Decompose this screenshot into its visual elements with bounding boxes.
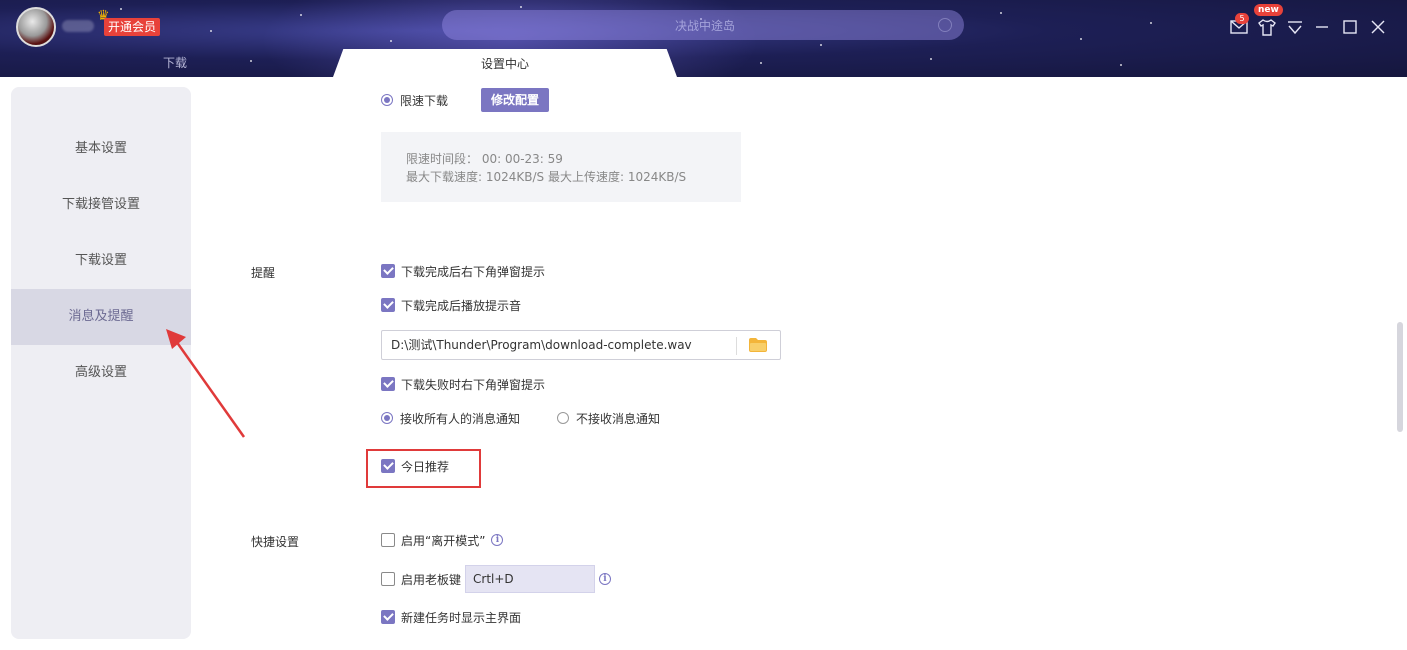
limit-max-speeds: 最大下载速度: 1024KB/S 最大上传速度: 1024KB/S xyxy=(406,170,687,184)
section-label-shortcuts: 快捷设置 xyxy=(251,535,300,549)
boss-key-hotkey-input[interactable]: Crtl+D xyxy=(465,565,595,593)
star xyxy=(1150,22,1152,24)
modify-config-button[interactable]: 修改配置 xyxy=(481,88,549,112)
annotation-highlight-box xyxy=(366,449,481,488)
star xyxy=(300,14,302,16)
search-input[interactable] xyxy=(442,10,968,42)
away-mode-checkbox[interactable] xyxy=(381,533,395,547)
limit-speed-radio-row[interactable]: 限速下载 xyxy=(381,91,448,109)
sound-file-path-field[interactable]: D:\测试\Thunder\Program\download-complete.… xyxy=(381,330,781,360)
tab-download[interactable]: 下载 xyxy=(120,50,230,77)
star xyxy=(1120,64,1122,66)
popup-on-complete-row[interactable]: 下载完成后右下角弹窗提示 xyxy=(381,262,545,280)
boss-key-row[interactable]: 启用老板键 xyxy=(381,570,461,588)
star xyxy=(760,62,762,64)
speed-limit-info-box: 限速时间段： 00: 00-23: 59 最大下载速度: 1024KB/S 最大… xyxy=(381,132,741,202)
star xyxy=(250,60,252,62)
show-main-on-new-checkbox[interactable] xyxy=(381,610,395,624)
star xyxy=(1000,12,1002,14)
boss-key-checkbox[interactable] xyxy=(381,572,395,586)
limit-time-range: 限速时间段： 00: 00-23: 59 xyxy=(406,152,563,166)
show-main-on-new-row[interactable]: 新建任务时显示主界面 xyxy=(381,608,521,626)
path-divider xyxy=(736,337,737,355)
message-count-badge: 5 xyxy=(1235,13,1249,24)
receive-none-radio[interactable] xyxy=(557,412,569,424)
receive-all-radio-row[interactable]: 接收所有人的消息通知 xyxy=(381,409,520,427)
star xyxy=(120,8,122,10)
popup-on-fail-label: 下载失败时右下角弹窗提示 xyxy=(401,377,546,392)
annotation-arrow-icon xyxy=(166,329,246,438)
receive-all-radio[interactable] xyxy=(381,412,393,424)
star xyxy=(390,40,392,42)
star xyxy=(210,30,212,32)
popup-on-fail-row[interactable]: 下载失败时右下角弹窗提示 xyxy=(381,375,545,393)
new-badge: new xyxy=(1254,4,1283,16)
search-clear-icon[interactable] xyxy=(938,18,952,32)
popup-on-fail-checkbox[interactable] xyxy=(381,377,395,391)
vip-button[interactable]: 开通会员 xyxy=(104,18,161,36)
receive-all-label: 接收所有人的消息通知 xyxy=(400,411,521,426)
show-main-on-new-label: 新建任务时显示主界面 xyxy=(401,610,522,625)
popup-on-complete-label: 下载完成后右下角弹窗提示 xyxy=(401,264,546,279)
minimize-icon[interactable] xyxy=(1311,16,1333,38)
sound-file-path-text: D:\测试\Thunder\Program\download-complete.… xyxy=(391,338,692,352)
star xyxy=(820,44,822,46)
star xyxy=(520,6,522,8)
limit-speed-label: 限速下载 xyxy=(400,93,449,108)
search-bar[interactable] xyxy=(442,10,968,42)
username-blurred[interactable] xyxy=(62,20,94,32)
avatar[interactable] xyxy=(16,7,56,47)
away-mode-label: 启用“离开模式” xyxy=(401,533,486,548)
sound-on-complete-checkbox[interactable] xyxy=(381,298,395,312)
section-label-reminders: 提醒 xyxy=(251,266,276,280)
receive-none-label: 不接收消息通知 xyxy=(576,411,661,426)
popup-on-complete-checkbox[interactable] xyxy=(381,264,395,278)
receive-none-radio-row[interactable]: 不接收消息通知 xyxy=(557,409,660,427)
skin-shirt-icon[interactable] xyxy=(1256,16,1278,38)
sidebar-item-basic[interactable]: 基本设置 xyxy=(11,121,191,177)
close-icon[interactable] xyxy=(1367,16,1389,38)
sound-on-complete-row[interactable]: 下载完成后播放提示音 xyxy=(381,296,521,314)
away-mode-row[interactable]: 启用“离开模式” i xyxy=(381,531,504,549)
info-icon[interactable]: i xyxy=(491,534,504,546)
limit-speed-radio[interactable] xyxy=(381,94,393,106)
menu-dropdown-icon[interactable] xyxy=(1284,16,1306,38)
boss-key-label: 启用老板键 xyxy=(401,572,462,587)
sidebar-item-download[interactable]: 下载设置 xyxy=(11,233,191,289)
scrollbar-thumb[interactable] xyxy=(1397,322,1403,432)
star xyxy=(930,58,932,60)
star xyxy=(1080,38,1082,40)
sidebar-item-download-takeover[interactable]: 下载接管设置 xyxy=(11,177,191,233)
maximize-icon[interactable] xyxy=(1339,16,1361,38)
folder-icon[interactable] xyxy=(748,337,768,353)
sound-on-complete-label: 下载完成后播放提示音 xyxy=(401,298,522,313)
tab-settings-center[interactable]: 设置中心 xyxy=(333,49,677,77)
info-icon[interactable]: i xyxy=(599,573,611,585)
